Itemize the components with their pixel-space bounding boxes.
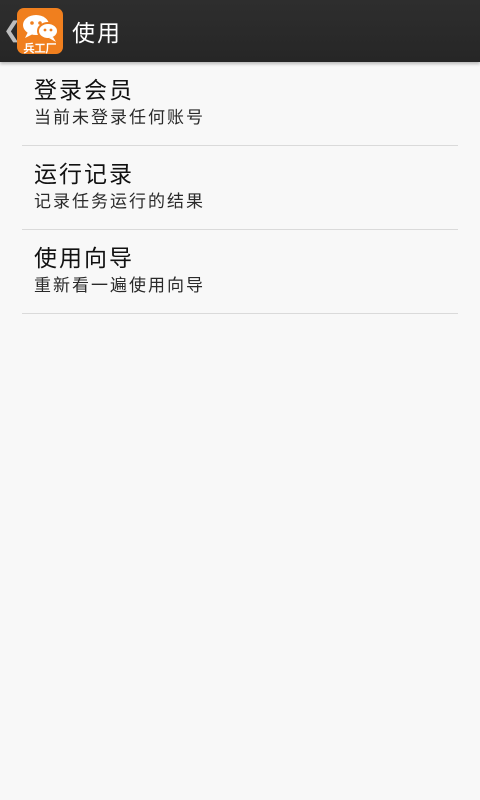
list-item-title: 登录会员 (34, 78, 134, 104)
back-chevron-icon: ❮ (3, 18, 22, 43)
list-item-subtitle: 重新看一遍使用向导 (34, 276, 205, 296)
list-item-title: 使用向导 (34, 246, 134, 272)
up-navigation-button[interactable]: ❮ 兵工厂 (0, 0, 70, 62)
list-item-run-log[interactable]: 运行记录 记录任务运行的结果 (22, 146, 458, 230)
list-item-subtitle: 当前未登录任何账号 (34, 108, 205, 128)
logo-wordmark: 兵工厂 (24, 41, 57, 55)
app-logo-icon: 兵工厂 (17, 8, 63, 55)
action-bar: ❮ 兵工厂 使用 (0, 0, 480, 62)
settings-list: 登录会员 当前未登录任何账号 运行记录 记录任务运行的结果 使用向导 重新看一遍… (22, 62, 458, 314)
list-item-title: 运行记录 (34, 162, 134, 188)
screen-title: 使用 (72, 21, 122, 47)
list-item-guide[interactable]: 使用向导 重新看一遍使用向导 (22, 230, 458, 314)
list-item-subtitle: 记录任务运行的结果 (34, 192, 205, 212)
list-item-login[interactable]: 登录会员 当前未登录任何账号 (22, 62, 458, 146)
